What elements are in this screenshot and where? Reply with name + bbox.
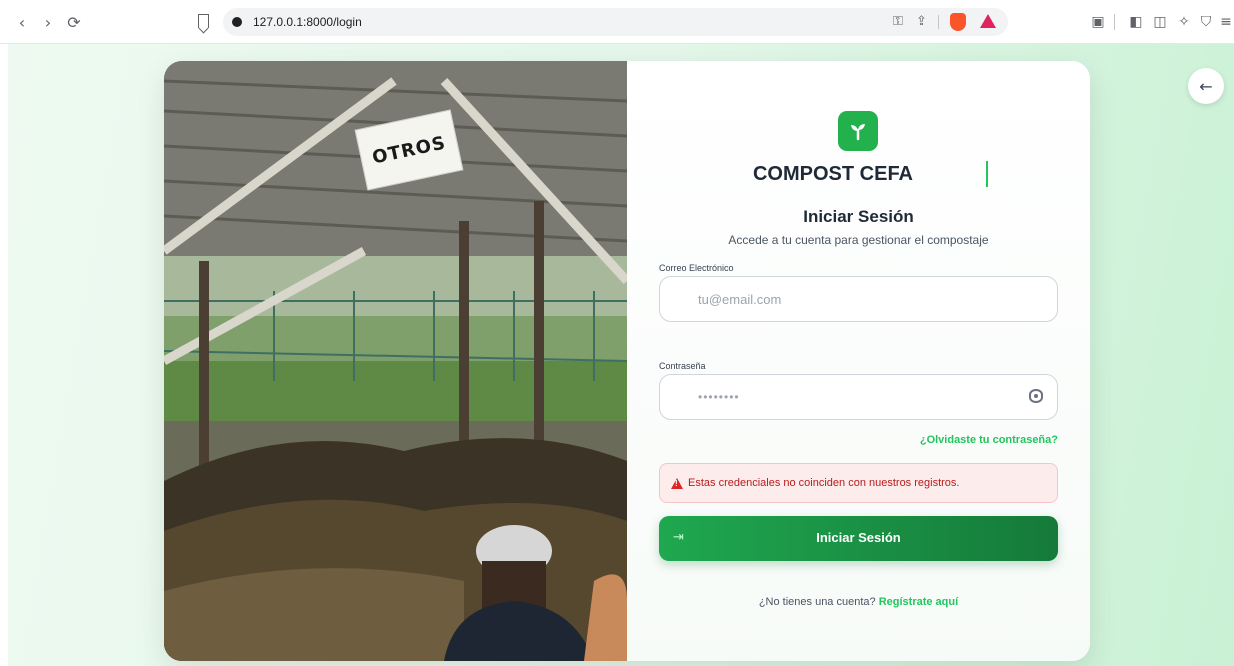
signup-prompt: ¿No tienes una cuenta? Regístrate aquí	[627, 596, 1090, 608]
address-bar[interactable]: 127.0.0.1:8000/login ⚿ ⇪	[223, 8, 1008, 36]
site-info-icon[interactable]	[232, 17, 242, 27]
chevron-right-icon: ›	[44, 12, 52, 32]
reload-button[interactable]: ⟳	[64, 12, 84, 32]
brave-shields-icon[interactable]	[950, 13, 966, 31]
forgot-password-link[interactable]: ¿Olvidaste tu contraseña?	[920, 434, 1058, 446]
email-label: Correo Electrónico	[659, 263, 734, 273]
sidebar-icon[interactable]: ◧	[1126, 12, 1146, 32]
compost-photo: OTROS	[164, 61, 627, 661]
url-text[interactable]: 127.0.0.1:8000/login	[253, 15, 362, 29]
password-field[interactable]: ••••••••	[659, 374, 1058, 420]
login-form-panel: COMPOST CEFA Iniciar Sesión Accede a tu …	[627, 61, 1090, 661]
signup-prompt-text: ¿No tienes una cuenta?	[758, 596, 876, 608]
leo-ai-icon[interactable]: ✧	[1174, 12, 1194, 32]
login-page: ← OTROS COMPOST CEFA Iniciar Sesión Acce…	[8, 44, 1234, 666]
back-button[interactable]: ←	[1188, 68, 1224, 104]
password-label: Contraseña	[659, 361, 706, 371]
brave-rewards-icon[interactable]	[980, 14, 996, 28]
decorative-bar	[986, 161, 988, 187]
photo-sign-text: OTROS	[370, 131, 448, 169]
warning-icon	[671, 478, 683, 489]
error-message: Estas credenciales no coinciden con nues…	[688, 477, 960, 489]
arrow-left-icon: ←	[1199, 76, 1213, 96]
password-value: ••••••••	[698, 390, 740, 404]
signup-link[interactable]: Regístrate aquí	[879, 596, 958, 608]
browser-toolbar: ‹ › ⟳ 127.0.0.1:8000/login ⚿ ⇪ ▣ ◧ ◫ ✧ ⛉…	[0, 0, 1234, 44]
vpn-shield-icon[interactable]: ⛉	[1196, 12, 1216, 32]
form-title: Iniciar Sesión	[803, 207, 914, 226]
menu-icon[interactable]: ≡	[1216, 12, 1234, 32]
reader-icon[interactable]: ▣	[1088, 12, 1108, 32]
eye-icon[interactable]	[1029, 389, 1043, 403]
bookmark-icon[interactable]	[198, 14, 209, 28]
login-card: OTROS COMPOST CEFA Iniciar Sesión Accede…	[164, 61, 1090, 661]
divider	[938, 15, 939, 29]
login-button[interactable]: ⇥ Iniciar Sesión	[659, 516, 1058, 561]
divider	[1114, 14, 1115, 30]
forward-nav-button[interactable]: ›	[38, 12, 58, 32]
back-nav-button[interactable]: ‹	[12, 12, 32, 32]
email-placeholder: tu@email.com	[698, 292, 782, 307]
login-button-label: Iniciar Sesión	[816, 530, 901, 545]
email-field[interactable]: tu@email.com	[659, 276, 1058, 322]
error-alert: Estas credenciales no coinciden con nues…	[659, 463, 1058, 503]
share-icon[interactable]: ⇪	[916, 14, 927, 29]
sprout-logo-icon	[838, 111, 878, 151]
chevron-left-icon: ‹	[18, 12, 26, 32]
reload-icon: ⟳	[67, 12, 81, 32]
key-icon[interactable]: ⚿	[893, 14, 903, 29]
form-subtitle: Accede a tu cuenta para gestionar el com…	[728, 233, 989, 247]
brand-name: COMPOST CEFA	[752, 163, 913, 185]
wallet-icon[interactable]: ◫	[1150, 12, 1170, 32]
